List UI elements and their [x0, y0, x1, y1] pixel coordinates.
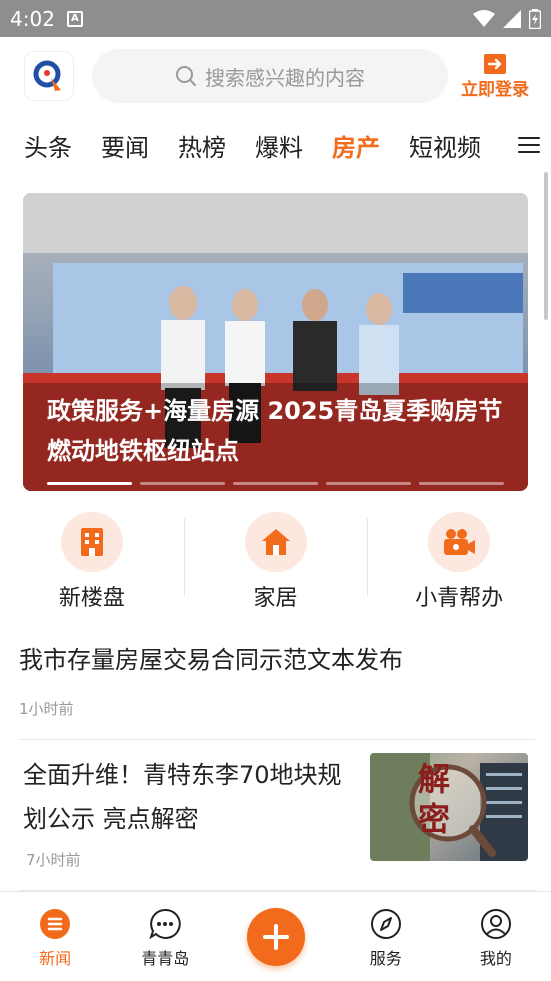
nav-label: 青青岛 — [141, 949, 190, 968]
login-button[interactable]: 立即登录 — [461, 53, 529, 100]
news-title: 我市存量房屋交易合同示范文本发布 — [19, 646, 403, 674]
login-icon — [484, 53, 506, 74]
status-time: 4:02 — [10, 6, 55, 31]
carousel-indicators — [47, 482, 504, 485]
notification-icon: A — [66, 10, 83, 27]
news-title: 全面升维！青特东李70地块规划公示 亮点解密 — [23, 761, 342, 833]
search-input[interactable]: 搜索感兴趣的内容 — [92, 49, 448, 103]
quick-link-new-homes[interactable]: 新楼盘 — [0, 508, 184, 612]
news-time: 1小时前 — [19, 700, 74, 718]
tab-headlines[interactable]: 头条 — [24, 128, 72, 163]
login-label: 立即登录 — [461, 79, 529, 100]
tab-real-estate[interactable]: 房产 — [332, 128, 380, 163]
chat-icon — [149, 908, 182, 940]
news-thumbnail: 解密 — [370, 753, 528, 861]
nav-profile[interactable]: 我的 — [441, 892, 551, 981]
plus-icon[interactable] — [246, 908, 305, 966]
tab-trending[interactable]: 热榜 — [178, 128, 226, 163]
wifi-icon — [473, 9, 495, 27]
nav-news[interactable]: 新闻 — [0, 892, 110, 981]
carousel-dot[interactable] — [326, 482, 411, 485]
nav-publish[interactable] — [220, 892, 330, 981]
signal-icon — [503, 9, 521, 28]
search-icon — [176, 66, 196, 86]
scrollbar[interactable] — [544, 172, 548, 320]
quick-link-xiaoqing-help[interactable]: 小青帮办 — [367, 508, 551, 612]
status-bar: 4:02 A — [0, 0, 551, 37]
carousel-dot[interactable] — [419, 482, 504, 485]
tab-short-video[interactable]: 短视频 — [409, 128, 481, 163]
building-icon — [60, 512, 123, 572]
news-item[interactable]: 我市存量房屋交易合同示范文本发布 1小时前 — [19, 640, 535, 740]
channel-menu-button[interactable] — [507, 118, 551, 172]
carousel-dot[interactable] — [140, 482, 225, 485]
bottom-navigation: 新闻 青青岛 服务 我的 — [0, 891, 551, 981]
logo-icon — [33, 60, 61, 91]
nav-services[interactable]: 服务 — [331, 892, 441, 981]
nav-qingqingdao[interactable]: 青青岛 — [110, 892, 220, 981]
profile-icon — [480, 908, 512, 940]
thumbnail-caption: 解密 — [418, 760, 451, 838]
quick-link-label: 家居 — [253, 586, 298, 611]
quick-link-label: 新楼盘 — [58, 586, 125, 611]
header: 搜索感兴趣的内容 立即登录 — [0, 37, 551, 115]
quick-link-label: 小青帮办 — [415, 586, 504, 611]
quick-links: 新楼盘 家居 小青帮办 — [0, 508, 551, 612]
news-item[interactable]: 全面升维！青特东李70地块规划公示 亮点解密 7小时前 解密 — [19, 741, 535, 891]
tab-important-news[interactable]: 要闻 — [101, 128, 149, 163]
battery-icon — [529, 8, 541, 29]
nav-label: 我的 — [479, 949, 512, 968]
compass-icon — [370, 908, 402, 940]
nav-label: 新闻 — [39, 949, 72, 968]
news-icon — [39, 908, 71, 940]
app-logo[interactable] — [24, 51, 74, 101]
banner-title: 政策服务+海量房源 2025青岛夏季购房节燃动地铁枢纽站点 — [47, 397, 503, 465]
channel-tabs: 头条 要闻 热榜 爆料 房产 短视频 — [0, 118, 551, 172]
tab-tips[interactable]: 爆料 — [255, 128, 303, 163]
search-placeholder: 搜索感兴趣的内容 — [205, 65, 365, 90]
banner-carousel[interactable]: 政策服务+海量房源 2025青岛夏季购房节燃动地铁枢纽站点 — [23, 193, 528, 491]
carousel-dot[interactable] — [233, 482, 318, 485]
menu-icon — [518, 137, 540, 153]
carousel-dot[interactable] — [47, 482, 132, 485]
video-camera-icon — [428, 512, 491, 572]
status-icons — [473, 8, 541, 29]
quick-link-home-furnishing[interactable]: 家居 — [183, 508, 368, 612]
house-icon — [244, 512, 307, 572]
news-time: 7小时前 — [26, 851, 81, 869]
nav-label: 服务 — [369, 949, 402, 968]
